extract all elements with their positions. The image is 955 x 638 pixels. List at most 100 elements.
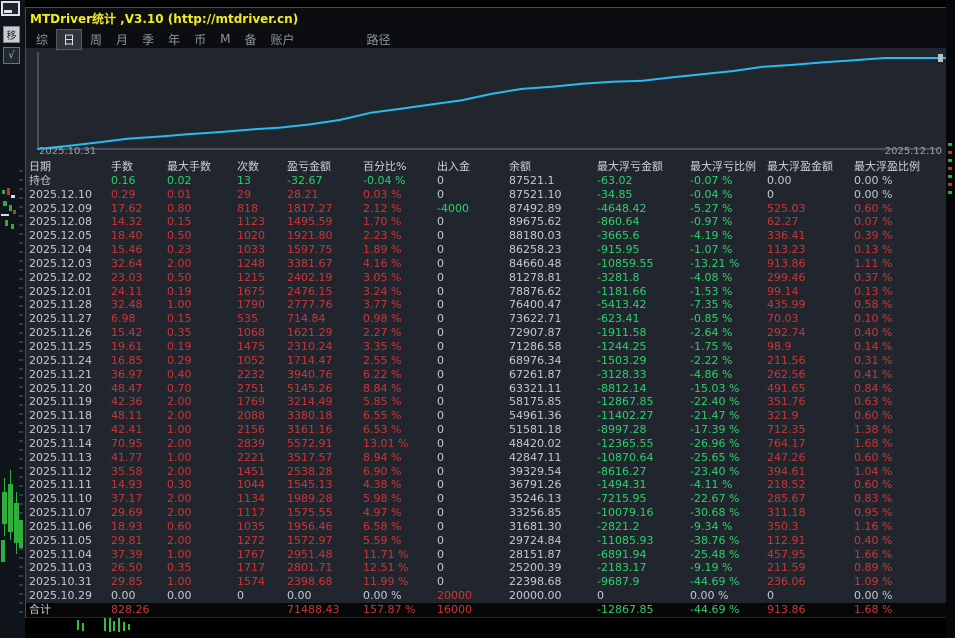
cell: 1117 [237, 506, 287, 520]
table-row[interactable]: 2025.11.2416.850.2910521714.472.55 %0689… [26, 354, 947, 368]
cell: 2.23 % [363, 229, 437, 243]
cell: 19.61 [111, 340, 167, 354]
chart-speck [1, 214, 9, 216]
equity-chart-canvas [26, 46, 947, 162]
table-row[interactable]: 2025.11.0529.812.0012721572.975.59 %0297… [26, 534, 947, 548]
cell: 2025.11.07 [29, 506, 111, 520]
cell: 37.17 [111, 492, 167, 506]
cell: 0.60 % [854, 202, 947, 216]
table-row[interactable]: 2025.11.1742.411.0021563161.166.53 %0515… [26, 423, 947, 437]
table-row[interactable]: 2025.12.0917.620.808181817.272.12 %-4000… [26, 202, 947, 216]
window-title[interactable]: MTDriver统计 ,V3.10 (http://mtdriver.cn) [30, 10, 298, 28]
cell: 0 [437, 257, 509, 271]
cell: 持仓 [29, 174, 111, 188]
table-row[interactable]: 2025.11.1942.362.0017693214.495.85 %0581… [26, 395, 947, 409]
cell: 0.30 [167, 478, 237, 492]
cell: 2025.10.29 [29, 589, 111, 603]
cell: 11.99 % [363, 575, 437, 589]
cell: -3281.8 [597, 271, 690, 285]
cell: 0.23 [167, 243, 237, 257]
table-row[interactable]: 2025.12.0223.030.5012152402.193.05 %0812… [26, 271, 947, 285]
cell: -4.19 % [690, 229, 767, 243]
cell: 1.00 [167, 575, 237, 589]
cell: 1475 [237, 340, 287, 354]
table-row[interactable]: 2025.11.1848.112.0020883380.186.55 %0549… [26, 409, 947, 423]
cell: 351.76 [767, 395, 854, 409]
cell: 2156 [237, 423, 287, 437]
table-row[interactable]: 2025.12.0814.320.1511231495.591.70 %0896… [26, 215, 947, 229]
table-row[interactable]: 2025.11.0729.692.0011171575.554.97 %0332… [26, 506, 947, 520]
cell: 29.81 [111, 534, 167, 548]
table-row[interactable]: 2025.11.1470.952.0028395572.9113.01 %048… [26, 437, 947, 451]
cell: -4.08 % [690, 271, 767, 285]
table-row[interactable]: 2025.11.1037.172.0011341989.285.98 %0352… [26, 492, 947, 506]
cell: 87521.1 [509, 174, 597, 188]
table-row[interactable]: 2025.11.0437.391.0017672951.4811.71 %028… [26, 548, 947, 562]
cell: 1.00 [167, 548, 237, 562]
cell: 0.95 % [854, 506, 947, 520]
cell: -32.67 [287, 174, 363, 188]
cell: 1769 [237, 395, 287, 409]
cell: 828.26 [111, 603, 167, 617]
table-row[interactable]: 2025.10.3129.851.0015742398.6811.99 %022… [26, 575, 947, 589]
table-row[interactable]: 2025.12.0124.110.1916752476.153.24 %0788… [26, 285, 947, 299]
table-row[interactable]: 2025.11.0326.500.3517172801.7112.51 %025… [26, 561, 947, 575]
table-row[interactable]: 2025.12.0415.460.2310331597.751.89 %0862… [26, 243, 947, 257]
cell: 0 [437, 271, 509, 285]
cell: 0.50 [167, 229, 237, 243]
table-row[interactable]: 2025.11.2615.420.3510681621.292.27 %0729… [26, 326, 947, 340]
cell: 36.97 [111, 368, 167, 382]
cell: 35.58 [111, 465, 167, 479]
cell: 525.03 [767, 202, 854, 216]
cell: 15.46 [111, 243, 167, 257]
cell: 70.03 [767, 312, 854, 326]
cell: 0 [437, 340, 509, 354]
table-row[interactable]: 2025.11.276.980.15535714.840.98 %073622.… [26, 312, 947, 326]
chart-speck [948, 183, 952, 186]
cell: 89675.62 [509, 215, 597, 229]
cell: 5145.26 [287, 382, 363, 396]
cell: 29724.84 [509, 534, 597, 548]
move-button[interactable]: 移 [3, 26, 20, 43]
cell: 2.00 [167, 409, 237, 423]
check-button[interactable]: √ [3, 47, 20, 64]
cell: 13.01 % [363, 437, 437, 451]
table-row[interactable]: 2025.11.2048.470.7027515145.268.84 %0633… [26, 382, 947, 396]
cell: 0.00 % [854, 188, 947, 202]
cell: 37.39 [111, 548, 167, 562]
cell: 0 [437, 326, 509, 340]
cell: 2777.76 [287, 298, 363, 312]
table-row[interactable]: 2025.10.290.000.0000.000.00 %2000020000.… [26, 589, 947, 603]
background-window-right-sliver [946, 0, 955, 638]
cell: 百分比% [363, 160, 437, 174]
table-row[interactable]: 2025.11.2832.481.0017902777.763.77 %0764… [26, 298, 947, 312]
table-row[interactable]: 2025.11.2136.970.4022323940.766.22 %0672… [26, 368, 947, 382]
chart-speck [948, 175, 952, 178]
candle-wick [82, 623, 84, 631]
cell: 0 [767, 589, 854, 603]
table-row[interactable]: 2025.12.100.290.012928.210.03 %087521.10… [26, 188, 947, 202]
cell: 28151.87 [509, 548, 597, 562]
candle-wick [123, 622, 125, 631]
background-window-left-sliver: 移 √ [0, 0, 25, 638]
cell [167, 603, 237, 617]
table-row[interactable]: 2025.11.1235.582.0014512538.286.90 %0393… [26, 465, 947, 479]
equity-chart[interactable]: 2025.10.31 2025.12.10 [26, 46, 947, 162]
table-row[interactable]: 2025.11.1341.771.0022213517.578.94 %0428… [26, 451, 947, 465]
table-row[interactable]: 2025.11.1114.930.3010441545.134.38 %0367… [26, 478, 947, 492]
cell: 0.80 [167, 202, 237, 216]
cell: 3.77 % [363, 298, 437, 312]
menu-item-7[interactable]: M [214, 31, 236, 47]
cell: 0.00 % [690, 589, 767, 603]
cell: 764.17 [767, 437, 854, 451]
cell: 17.62 [111, 202, 167, 216]
table-total-row[interactable]: 合计828.2671488.43157.87 %16000-12867.85-4… [26, 603, 947, 617]
table-row[interactable]: 2025.12.0332.642.0012483381.674.16 %0846… [26, 257, 947, 271]
cell: 5.85 % [363, 395, 437, 409]
chart-speck [11, 224, 14, 229]
table-row[interactable]: 2025.12.0518.400.5010201921.802.23 %0881… [26, 229, 947, 243]
table-row[interactable]: 持仓0.160.0213-32.67-0.04 %087521.1-63.02-… [26, 174, 947, 188]
minimized-window-icon[interactable] [1, 1, 20, 16]
table-row[interactable]: 2025.11.2519.610.1914752310.243.35 %0712… [26, 340, 947, 354]
table-row[interactable]: 2025.11.0618.930.6010351956.466.58 %0316… [26, 520, 947, 534]
